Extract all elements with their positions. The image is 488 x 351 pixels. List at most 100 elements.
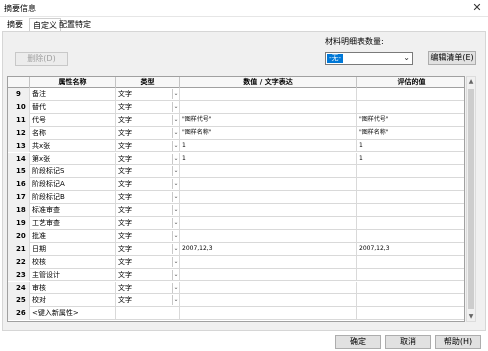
close-icon[interactable]: ✕ [470,1,484,15]
chevron-down-icon[interactable]: ⌄ [172,101,179,112]
value-expression-cell[interactable] [180,191,357,205]
chevron-down-icon[interactable]: ⌄ [172,256,179,267]
header-value-expression[interactable]: 数值 / 文字表达 [180,77,357,88]
property-name-cell[interactable]: 备注 [30,88,116,101]
value-expression-cell[interactable] [180,88,357,101]
property-name-cell[interactable]: 审核 [30,281,116,295]
chevron-down-icon[interactable]: ⌄ [172,179,179,190]
chevron-down-icon[interactable]: ⌄ [172,140,179,151]
type-cell[interactable] [116,307,180,321]
property-name-cell[interactable]: 阶段标记S [30,165,116,179]
type-cell[interactable]: 文字 ⌄ [116,139,180,153]
chevron-down-icon[interactable]: ⌄ [172,243,179,254]
header-evaluated-value[interactable]: 评估的值 [357,77,464,88]
property-name-cell[interactable]: 工艺审查 [30,217,116,230]
chevron-down-icon[interactable]: ⌄ [172,166,179,177]
chevron-down-icon[interactable]: ⌄ [172,192,179,203]
table-row[interactable]: 15 阶段标记S 文字 ⌄ [8,165,464,179]
type-cell[interactable]: 文字 ⌄ [116,191,180,205]
edit-list-button[interactable]: 编辑清单(E) [428,51,476,65]
type-cell[interactable]: 文字 ⌄ [116,294,180,308]
table-row[interactable]: 21 日期 文字 ⌄ 2007,12,3 2007,12,3 [8,242,464,256]
property-name-cell[interactable]: 替代 [30,100,116,114]
value-expression-cell[interactable] [180,100,357,114]
property-name-cell[interactable]: 代号 [30,113,116,127]
property-name-cell[interactable]: <键入新属性> [30,307,116,321]
type-cell[interactable]: 文字 ⌄ [116,268,180,282]
table-row[interactable]: 19 工艺审查 文字 ⌄ [8,217,464,230]
scroll-down-icon[interactable]: ▼ [467,312,475,321]
value-expression-cell[interactable] [180,217,357,230]
type-cell[interactable]: 文字 ⌄ [116,165,180,179]
value-expression-cell[interactable]: 1 [180,152,357,166]
table-row[interactable]: 13 共x张 文字 ⌄ 1 1 [8,139,464,153]
table-row[interactable]: 20 批准 文字 ⌄ [8,229,464,243]
header-type[interactable]: 类型 [116,77,180,88]
chevron-down-icon[interactable]: ⌄ [403,53,410,62]
value-expression-cell[interactable] [180,204,357,217]
type-cell[interactable]: 文字 ⌄ [116,242,180,256]
scroll-up-icon[interactable]: ▲ [467,77,475,86]
value-expression-cell[interactable] [180,281,357,295]
table-row[interactable]: 23 主管设计 文字 ⌄ [8,268,464,282]
type-cell[interactable]: 文字 ⌄ [116,255,180,269]
property-name-cell[interactable]: 标准审查 [30,204,116,217]
type-cell[interactable]: 文字 ⌄ [116,178,180,192]
cancel-button[interactable]: 取消 [385,335,431,349]
table-row[interactable]: 12 名称 文字 ⌄ "图样名称" "图样名称" [8,126,464,140]
chevron-down-icon[interactable]: ⌄ [172,205,179,216]
chevron-down-icon[interactable]: ⌄ [172,282,179,293]
ok-button[interactable]: 确定 [335,335,381,349]
chevron-down-icon[interactable]: ⌄ [172,114,179,125]
chevron-down-icon[interactable]: ⌄ [172,269,179,280]
property-name-cell[interactable]: 校核 [30,255,116,269]
property-name-cell[interactable]: 批准 [30,229,116,243]
value-expression-cell[interactable] [180,178,357,192]
property-name-cell[interactable]: 阶段标记A [30,178,116,192]
vertical-scrollbar[interactable]: ▲ ▼ [466,76,476,322]
property-name-cell[interactable]: 校对 [30,294,116,308]
table-row[interactable]: 25 校对 文字 ⌄ [8,294,464,308]
table-row[interactable]: 17 阶段标记B 文字 ⌄ [8,191,464,205]
table-row[interactable]: 14 第x张 文字 ⌄ 1 1 [8,152,464,166]
chevron-down-icon[interactable]: ⌄ [172,218,179,228]
property-name-cell[interactable]: 日期 [30,242,116,256]
delete-button[interactable]: 删除(D) [15,52,68,66]
chevron-down-icon[interactable]: ⌄ [172,153,179,164]
tab-config-specific[interactable]: 配置特定 [56,18,94,32]
value-expression-cell[interactable] [180,165,357,179]
type-cell[interactable]: 文字 ⌄ [116,204,180,217]
type-cell[interactable]: 文字 ⌄ [116,126,180,140]
value-expression-cell[interactable] [180,255,357,269]
table-row[interactable]: 18 标准审查 文字 ⌄ [8,204,464,217]
chevron-down-icon[interactable]: ⌄ [172,127,179,138]
value-expression-cell[interactable]: "图样代号" [180,113,357,127]
property-name-cell[interactable]: 共x张 [30,139,116,153]
table-row[interactable]: 10 替代 文字 ⌄ [8,100,464,114]
property-name-cell[interactable]: 阶段标记B [30,191,116,205]
type-cell[interactable]: 文字 ⌄ [116,88,180,101]
chevron-down-icon[interactable]: ⌄ [172,89,179,99]
tab-summary[interactable]: 摘要 [4,18,26,32]
value-expression-cell[interactable] [180,229,357,243]
type-cell[interactable]: 文字 ⌄ [116,217,180,230]
chevron-down-icon[interactable]: ⌄ [172,230,179,241]
header-property-name[interactable]: 属性名称 [30,77,116,88]
table-row[interactable]: 9 备注 文字 ⌄ [8,88,464,101]
value-expression-cell[interactable]: 1 [180,139,357,153]
chevron-down-icon[interactable]: ⌄ [172,295,179,306]
type-cell[interactable]: 文字 ⌄ [116,281,180,295]
type-cell[interactable]: 文字 ⌄ [116,113,180,127]
value-expression-cell[interactable] [180,268,357,282]
property-name-cell[interactable]: 第x张 [30,152,116,166]
table-row[interactable]: 11 代号 文字 ⌄ "图样代号" "图样代号" [8,113,464,127]
bom-quantity-select[interactable]: -无- ⌄ [325,52,413,65]
table-row[interactable]: 26 <键入新属性> [8,307,464,321]
value-expression-cell[interactable]: 2007,12,3 [180,242,357,256]
table-row[interactable]: 16 阶段标记A 文字 ⌄ [8,178,464,192]
property-name-cell[interactable]: 名称 [30,126,116,140]
type-cell[interactable]: 文字 ⌄ [116,152,180,166]
scroll-thumb[interactable] [468,89,474,309]
value-expression-cell[interactable]: "图样名称" [180,126,357,140]
type-cell[interactable]: 文字 ⌄ [116,229,180,243]
